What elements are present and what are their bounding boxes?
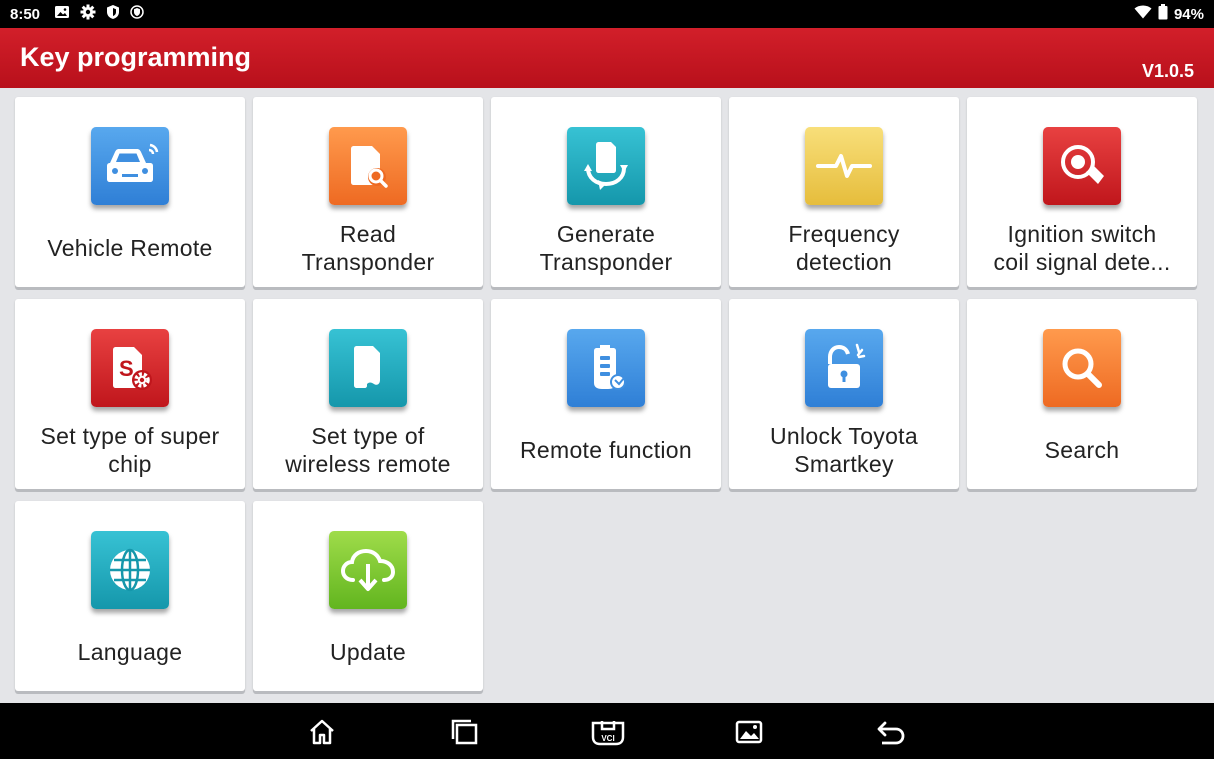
tile-label: Generate Transponder <box>539 221 673 275</box>
tile-label: Frequency detection <box>788 221 900 275</box>
tile-label: Remote function <box>520 437 692 463</box>
wireless-chip-icon <box>329 329 407 407</box>
car-remote-icon <box>91 127 169 205</box>
tile-unlock-toyota-smartkey[interactable]: Unlock Toyota Smartkey <box>729 299 959 489</box>
gear-icon <box>80 4 96 24</box>
frequency-wave-icon <box>805 127 883 205</box>
tile-wireless-remote[interactable]: Set type of wireless remote <box>253 299 483 489</box>
status-bar: 8:50 94% <box>0 0 1214 28</box>
tile-label: Unlock Toyota Smartkey <box>770 423 918 477</box>
tile-frequency-detection[interactable]: Frequency detection <box>729 97 959 287</box>
status-notification-icons <box>54 4 144 24</box>
ignition-key-icon <box>1043 127 1121 205</box>
app-header: Key programming V1.0.5 <box>0 28 1214 88</box>
tile-ignition-switch[interactable]: Ignition switch coil signal dete... <box>967 97 1197 287</box>
nav-bar: VCI <box>0 703 1214 759</box>
function-grid: Vehicle Remote Read Transponder Generate… <box>15 97 1197 691</box>
cloud-download-icon <box>329 531 407 609</box>
vci-icon[interactable]: VCI <box>589 715 627 749</box>
vci-label: VCI <box>601 734 614 743</box>
tile-search[interactable]: Search <box>967 299 1197 489</box>
tile-label: Vehicle Remote <box>47 235 213 261</box>
tile-label: Language <box>77 639 183 665</box>
super-chip-settings-icon: S <box>91 329 169 407</box>
read-chip-icon <box>329 127 407 205</box>
tile-generate-transponder[interactable]: Generate Transponder <box>491 97 721 287</box>
battery-percent: 94% <box>1173 5 1204 23</box>
generate-chip-icon <box>567 127 645 205</box>
tile-update[interactable]: Update <box>253 501 483 691</box>
tile-read-transponder[interactable]: Read Transponder <box>253 97 483 287</box>
page-title: Key programming <box>20 42 252 72</box>
remote-key-icon <box>567 329 645 407</box>
tile-label: Search <box>1044 437 1120 463</box>
battery-icon <box>1158 4 1168 24</box>
home-icon[interactable] <box>305 715 339 749</box>
tile-label: Set type of super chip <box>40 423 220 477</box>
recent-apps-icon[interactable] <box>448 715 482 749</box>
wifi-icon <box>1134 5 1152 23</box>
version-label: V1.0.5 <box>1141 61 1194 81</box>
screenshot-icon[interactable] <box>732 715 766 749</box>
tile-label: Read Transponder <box>301 221 435 275</box>
tile-language[interactable]: Language <box>15 501 245 691</box>
tile-vehicle-remote[interactable]: Vehicle Remote <box>15 97 245 287</box>
tile-label: Ignition switch coil signal dete... <box>993 221 1171 275</box>
image-icon <box>54 5 70 23</box>
svg-text:S: S <box>119 356 134 381</box>
tile-label: Set type of wireless remote <box>285 423 451 477</box>
shield-icon <box>106 4 120 24</box>
back-icon[interactable] <box>874 715 908 749</box>
tile-label: Update <box>330 639 406 665</box>
globe-icon <box>91 531 169 609</box>
status-time: 8:50 <box>10 5 41 23</box>
tile-remote-function[interactable]: Remote function <box>491 299 721 489</box>
search-icon <box>1043 329 1121 407</box>
unlock-icon <box>805 329 883 407</box>
tile-super-chip[interactable]: S Set type of super chip <box>15 299 245 489</box>
vpn-icon <box>130 5 144 23</box>
